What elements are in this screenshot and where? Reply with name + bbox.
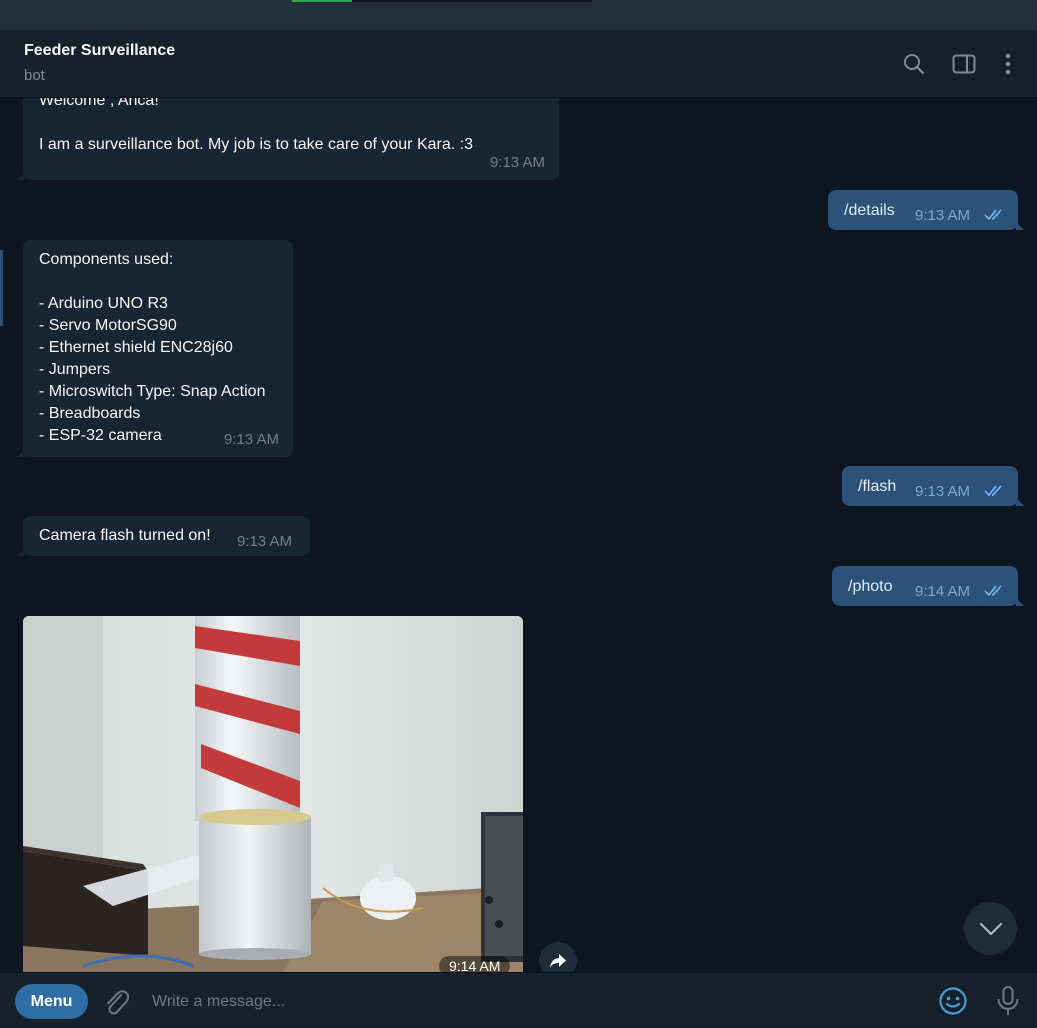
search-icon[interactable] — [900, 50, 928, 78]
message-text: Welcome , Anca! I am a surveillance bot.… — [39, 98, 473, 153]
message-list[interactable]: Welcome , Anca! I am a surveillance bot.… — [0, 98, 1037, 972]
scroll-to-bottom-button[interactable] — [964, 902, 1017, 955]
message-bubble-incoming[interactable]: Camera flash turned on! 9:13 AM — [17, 516, 310, 556]
chat-subtitle: bot — [24, 67, 45, 84]
forward-arrow-icon — [550, 954, 566, 968]
message-text: Camera flash turned on! — [39, 527, 211, 544]
progress-indicator — [292, 0, 352, 2]
read-double-check-icon — [984, 585, 1002, 597]
window-top-strip — [0, 0, 1037, 30]
read-double-check-icon — [984, 485, 1002, 497]
bot-menu-button[interactable]: Menu — [15, 984, 88, 1019]
message-time: 9:13 AM — [489, 154, 545, 171]
more-vertical-icon[interactable] — [994, 50, 1022, 78]
command-link[interactable]: /photo — [848, 576, 892, 598]
sidebar-toggle-icon[interactable] — [950, 50, 978, 78]
emoji-icon[interactable] — [938, 986, 968, 1016]
message-time: 9:13 AM — [915, 483, 971, 500]
microphone-icon[interactable] — [995, 985, 1021, 1017]
camera-photo-image — [23, 616, 523, 972]
chat-header[interactable]: Feeder Surveillance bot — [0, 30, 1037, 98]
message-bubble-outgoing[interactable]: /details 9:13 AM — [828, 190, 1024, 230]
command-link[interactable]: /flash — [858, 476, 896, 498]
message-time: 9:13 AM — [237, 533, 293, 550]
message-bubble-incoming[interactable]: Welcome , Anca! I am a surveillance bot.… — [17, 98, 559, 180]
progress-track — [352, 0, 592, 2]
chat-title[interactable]: Feeder Surveillance — [24, 42, 175, 60]
selection-marker — [0, 250, 3, 326]
message-time: 9:14 AM — [915, 583, 971, 600]
chevron-down-icon — [979, 922, 1002, 935]
message-time: 9:13 AM — [223, 431, 279, 448]
attach-paperclip-icon[interactable] — [102, 987, 130, 1017]
message-text: Components used: - Arduino UNO R3 - Serv… — [39, 251, 266, 444]
message-time: 9:13 AM — [915, 207, 971, 224]
message-bubble-outgoing[interactable]: /photo 9:14 AM — [832, 566, 1024, 606]
read-double-check-icon — [984, 209, 1002, 221]
message-input[interactable] — [152, 987, 912, 1017]
message-bubble-incoming[interactable]: Components used: - Arduino UNO R3 - Serv… — [17, 240, 293, 457]
photo-message[interactable] — [23, 616, 523, 972]
command-link[interactable]: /details — [844, 200, 895, 222]
message-composer: Menu — [0, 972, 1037, 1028]
message-bubble-outgoing[interactable]: /flash 9:13 AM — [842, 466, 1024, 506]
